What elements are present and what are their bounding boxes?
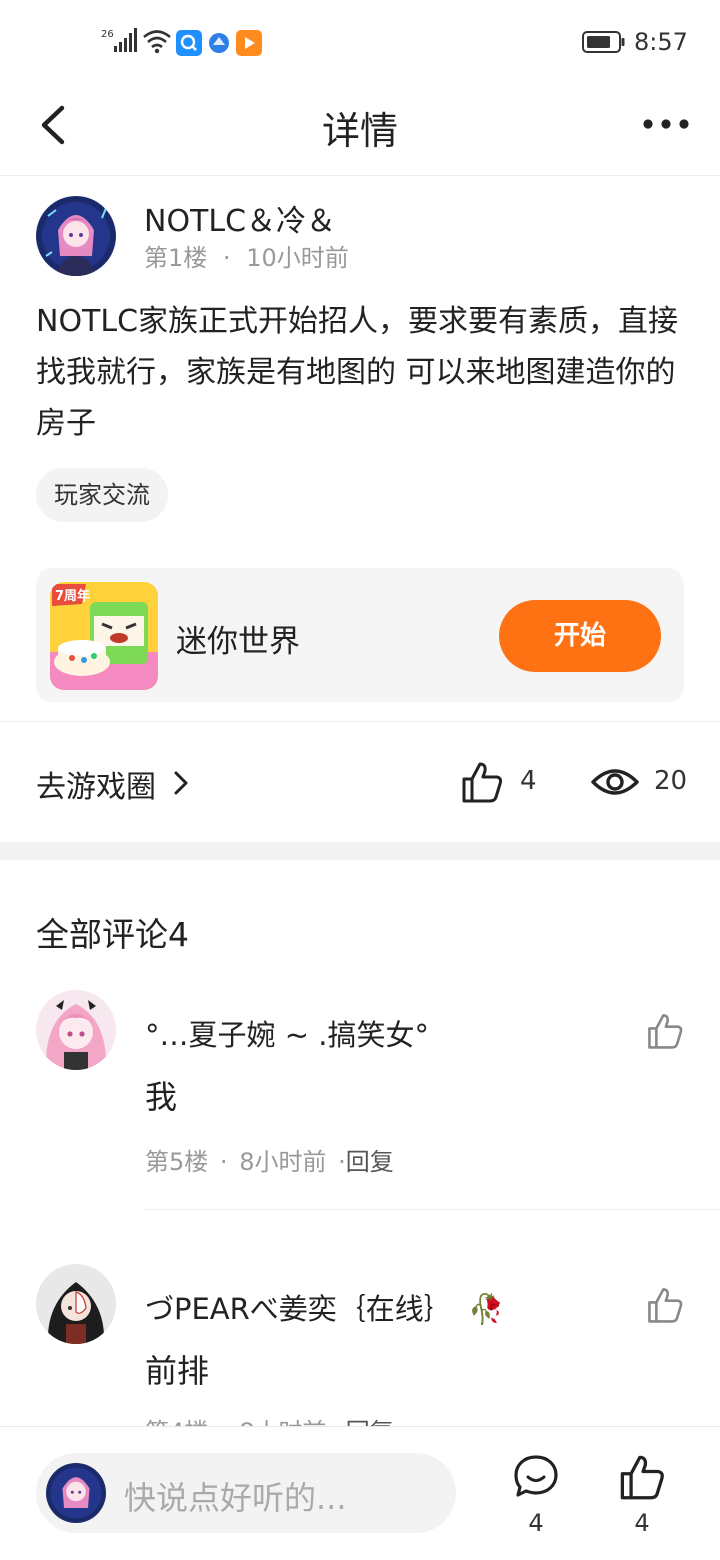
commenter-name[interactable]: °…夏子婉 ~ .搞笑女° (145, 1012, 429, 1054)
commenter-avatar[interactable] (36, 990, 116, 1070)
author-name[interactable]: NOTLC＆冷＆ (144, 196, 336, 240)
post-content: NOTLC家族正式开始招人，要求要有素质，直接找我就行，家族是有地图的 可以来地… (36, 304, 679, 441)
game-name: 迷你世界 (176, 624, 300, 660)
comment-time: 8小时前 (239, 1148, 327, 1176)
reply-button[interactable]: 回复 (346, 1148, 394, 1176)
comment-divider (145, 1209, 720, 1210)
bottom-comment-bar: 快说点好听的... 4 4 (0, 1426, 720, 1560)
commenter-avatar[interactable] (36, 1264, 116, 1344)
comments-header: 全部评论4 (36, 915, 189, 954)
battery-icon (582, 31, 625, 53)
status-bar: 26 8:57 (0, 0, 720, 84)
comment-text: 我 (145, 1078, 178, 1116)
comment-floor: 第5楼 (145, 1148, 209, 1176)
cellular-signal-icon: 26 (101, 28, 137, 52)
post-floor: 第1楼 (144, 244, 208, 272)
clock-time: 8:57 (634, 28, 688, 56)
svg-text:7周年: 7周年 (55, 588, 90, 604)
section-separator (0, 842, 720, 860)
commenter-name[interactable]: づPEARべ姜奕｛在线｝ 🥀 (145, 1286, 504, 1328)
start-game-button[interactable]: 开始 (499, 600, 661, 672)
my-avatar (46, 1463, 106, 1523)
meta-separator: · (338, 1148, 346, 1176)
comment-bubble-icon[interactable] (512, 1453, 560, 1501)
post-action-row: 去游戏圈 4 20 (0, 722, 720, 842)
meta-separator: · (219, 1148, 228, 1176)
more-options-icon[interactable] (638, 106, 694, 142)
like-count: 4 (634, 1509, 650, 1537)
post-detail-page: 26 8:57 详情 NOTLC＆冷＆ 第1楼 · 10小时前 NOTLC家族正… (0, 0, 720, 1560)
comment-item: °…夏子婉 ~ .搞笑女° 我 第5楼 · 8小时前 ·回复 (0, 990, 720, 1210)
wifi-icon (143, 30, 171, 54)
go-to-game-circle-link[interactable]: 去游戏圈 (36, 762, 156, 806)
video-app-icon (236, 30, 262, 56)
post-time: 10小时前 (246, 244, 349, 272)
page-title: 详情 (321, 109, 398, 153)
meta-separator: · (222, 244, 231, 272)
game-icon: 7周年 (50, 582, 158, 690)
comment-count: 4 (528, 1509, 544, 1537)
thumbs-up-icon[interactable] (460, 760, 504, 804)
comment-input[interactable]: 快说点好听的... (36, 1453, 456, 1533)
input-placeholder: 快说点好听的... (124, 1479, 347, 1517)
browser-app-icon (206, 30, 232, 56)
post-view-count: 20 (654, 766, 688, 796)
thumbs-up-icon[interactable] (618, 1453, 666, 1501)
navigation-bar: 详情 (0, 84, 720, 176)
comment-text: 前排 (145, 1352, 210, 1390)
chevron-right-icon[interactable] (172, 770, 190, 796)
view-eye-icon (591, 769, 639, 795)
svg-text:26: 26 (101, 29, 114, 40)
topic-tag[interactable]: 玩家交流 (36, 468, 168, 522)
comment-like-icon[interactable] (646, 1286, 684, 1324)
search-app-icon (176, 30, 202, 56)
post-meta: 第1楼 · 10小时前 (144, 238, 349, 273)
comment-item: づPEARべ姜奕｛在线｝ 🥀 前排 第4楼 · 8小时前 ·回复 (0, 1264, 720, 1446)
comment-meta: 第5楼 · 8小时前 ·回复 (145, 1142, 394, 1177)
game-card[interactable]: 7周年 迷你世界 开始 (36, 568, 684, 702)
author-avatar[interactable] (36, 196, 116, 276)
post-like-count: 4 (520, 766, 537, 796)
comment-like-icon[interactable] (646, 1012, 684, 1050)
wilted-rose-emoji: 🥀 (468, 1292, 505, 1326)
commenter-name-text: づPEARべ姜奕｛在线｝ (145, 1292, 453, 1326)
post-author-row: NOTLC＆冷＆ 第1楼 · 10小时前 (36, 196, 686, 276)
